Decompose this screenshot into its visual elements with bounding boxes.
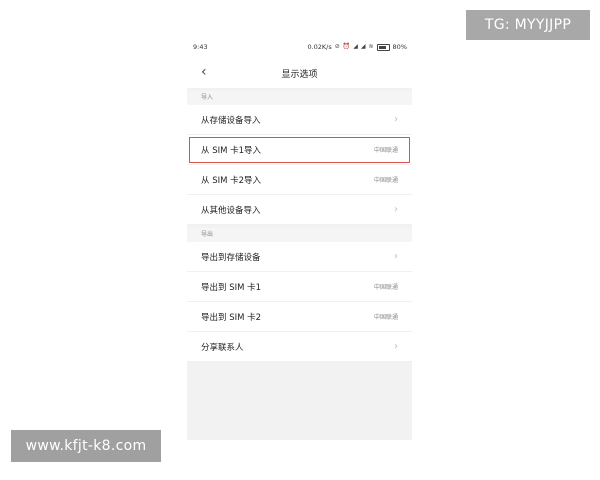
import-from-other-device-row[interactable]: 从其他设备导入 › [187,195,412,225]
row-label: 导出到存储设备 [201,252,261,263]
row-label: 从 SIM 卡2导入 [201,175,262,186]
carrier-label: 中国联通 [373,177,398,184]
signal-icon: ◢ [353,43,358,50]
alarm-icon: ⏰ [342,43,351,50]
row-label: 分享联系人 [201,342,244,353]
carrier-label: 中国联通 [373,314,398,321]
net-speed: 0.02K/s [307,43,332,51]
export-to-storage-row[interactable]: 导出到存储设备 › [187,242,412,272]
row-label: 从存储设备导入 [201,115,261,126]
status-time: 9:43 [193,43,208,51]
chevron-right-icon: › [394,341,398,352]
export-to-sim1-row[interactable]: 导出到 SIM 卡1 中国联通 [187,272,412,302]
carrier-label: 中国联通 [373,284,398,291]
chevron-right-icon: › [394,114,398,125]
watermark-url: www.kfjt-k8.com [11,430,161,462]
chevron-right-icon: › [394,204,398,215]
row-label: 从 SIM 卡1导入 [201,145,262,156]
section-header-import: 导入 [187,91,412,105]
export-to-sim2-row[interactable]: 导出到 SIM 卡2 中国联通 [187,302,412,332]
import-from-storage-row[interactable]: 从存储设备导入 › [187,105,412,135]
wifi-icon: ≋ [368,43,374,50]
sync-icon: ⊘ [334,43,340,50]
battery-icon [376,43,390,51]
status-icons: 0.02K/s ⊘ ⏰ ◢ ◢ ≋ 80% [307,43,407,51]
carrier-label: 中国联通 [373,147,398,154]
row-label: 导出到 SIM 卡2 [201,312,262,323]
share-contacts-row[interactable]: 分享联系人 › [187,332,412,362]
battery-percent: 80% [392,43,407,51]
import-from-sim1-row[interactable]: 从 SIM 卡1导入 中国联通 [187,135,412,165]
chevron-right-icon: › [394,251,398,262]
row-label: 从其他设备导入 [201,205,261,216]
signal-icon: ◢ [360,43,366,50]
phone-screen: 9:43 0.02K/s ⊘ ⏰ ◢ ◢ ≋ 80% ‹ 显示选项 导入 从存储… [187,36,412,440]
watermark-tg: TG: MYYJJPP [466,10,590,40]
title-bar: ‹ 显示选项 [187,58,412,88]
page-title: 显示选项 [281,69,318,80]
section-header-export: 导出 [187,228,412,242]
import-from-sim2-row[interactable]: 从 SIM 卡2导入 中国联通 [187,165,412,195]
row-label: 导出到 SIM 卡1 [201,282,262,293]
status-bar: 9:43 0.02K/s ⊘ ⏰ ◢ ◢ ≋ 80% [187,36,412,58]
back-icon[interactable]: ‹ [201,65,207,79]
